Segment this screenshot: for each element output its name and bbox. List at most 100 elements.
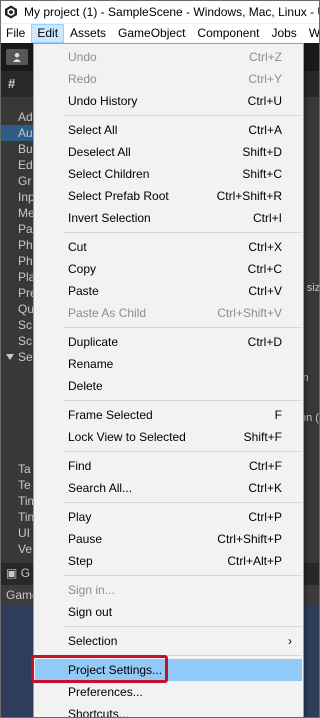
edit-menu-dropdown: Undo Ctrl+Z Redo Ctrl+Y Undo History Ctr… <box>33 43 304 718</box>
menu-separator <box>64 575 302 576</box>
menu-item-shortcut: Shift+F <box>243 430 282 444</box>
menu-item-delete[interactable]: Delete <box>35 375 302 397</box>
gamepad-icon: ▣ <box>6 566 18 580</box>
list-item[interactable]: Se <box>18 349 34 365</box>
menu-item-shortcut: Ctrl+Shift+V <box>217 306 282 320</box>
game-tab[interactable]: ▣ G <box>6 566 30 580</box>
menu-item-label: Preferences... <box>68 685 143 699</box>
menu-item-invert-selection[interactable]: Invert Selection Ctrl+I <box>35 207 302 229</box>
list-item[interactable]: Gr <box>18 173 34 189</box>
settings-category-list: Ad Au Bu Ed Gr Inp Me Pa Ph Ph Pla Pre Q… <box>0 97 34 557</box>
list-item[interactable]: Pla <box>18 269 34 285</box>
menu-item-paste-as-child[interactable]: Paste As Child Ctrl+Shift+V <box>35 302 302 324</box>
menu-edit[interactable]: Edit <box>31 24 65 43</box>
list-item[interactable]: Ad <box>18 109 34 125</box>
menu-item-shortcut: Ctrl+P <box>248 510 282 524</box>
menu-item-project-settings[interactable]: Project Settings... <box>35 659 302 681</box>
list-item[interactable]: Pa <box>18 221 34 237</box>
menu-item-select-prefab-root[interactable]: Select Prefab Root Ctrl+Shift+R <box>35 185 302 207</box>
unity-logo-icon <box>4 4 18 20</box>
list-item[interactable]: Me <box>18 205 34 221</box>
menu-item-shortcut: Ctrl+K <box>248 481 282 495</box>
menu-item-shortcut: Ctrl+X <box>248 240 282 254</box>
menu-item-sign-in[interactable]: Sign in... <box>35 579 302 601</box>
menu-item-shortcut: Ctrl+F <box>249 459 282 473</box>
menu-gameobject[interactable]: GameObject <box>112 24 191 43</box>
menu-item-label: Pause <box>68 532 103 546</box>
menu-item-copy[interactable]: Copy Ctrl+C <box>35 258 302 280</box>
list-item[interactable]: Inp <box>18 189 34 205</box>
list-item[interactable]: Pre <box>18 285 34 301</box>
menu-item-redo[interactable]: Redo Ctrl+Y <box>35 68 302 90</box>
list-item[interactable]: Tin <box>18 509 34 525</box>
menu-jobs[interactable]: Jobs <box>265 24 302 43</box>
list-item[interactable]: Ph <box>18 237 34 253</box>
list-item[interactable]: Ph <box>18 253 34 269</box>
menu-item-deselect-all[interactable]: Deselect All Shift+D <box>35 141 302 163</box>
menu-component[interactable]: Component <box>191 24 265 43</box>
menu-item-shortcut: F <box>274 408 282 422</box>
menu-item-label: Rename <box>68 357 114 371</box>
list-item[interactable]: Tim <box>18 493 34 509</box>
menu-window[interactable]: Window <box>303 24 320 43</box>
menu-separator <box>64 115 302 116</box>
menu-item-shortcut: Ctrl+Alt+P <box>227 554 282 568</box>
window-titlebar: My project (1) - SampleScene - Windows, … <box>0 0 320 24</box>
menu-separator <box>64 327 302 328</box>
list-item[interactable]: Sc <box>18 317 34 333</box>
menu-item-paste[interactable]: Paste Ctrl+V <box>35 280 302 302</box>
menu-item-shortcut: Ctrl+V <box>248 284 282 298</box>
menu-item-label: Deselect All <box>68 145 131 159</box>
menu-item-label: Search All... <box>68 481 133 495</box>
menu-item-undo[interactable]: Undo Ctrl+Z <box>35 46 302 68</box>
menu-item-shortcuts[interactable]: Shortcuts... <box>35 703 302 718</box>
menu-item-sign-out[interactable]: Sign out <box>35 601 302 623</box>
account-icon[interactable] <box>6 49 28 65</box>
menu-assets[interactable]: Assets <box>64 24 112 43</box>
list-item[interactable]: Bu <box>18 141 34 157</box>
menu-item-play[interactable]: Play Ctrl+P <box>35 506 302 528</box>
menu-item-label: Delete <box>68 379 103 393</box>
menu-item-shortcut: Ctrl+Shift+P <box>217 532 282 546</box>
menu-item-label: Select Prefab Root <box>68 189 169 203</box>
menu-item-label: Paste <box>68 284 99 298</box>
menu-file[interactable]: File <box>0 24 31 43</box>
menu-item-shortcut: Ctrl+C <box>247 262 282 276</box>
menu-item-search-all[interactable]: Search All... Ctrl+K <box>35 477 302 499</box>
list-item-selected[interactable]: Au <box>0 125 34 141</box>
menu-item-shortcut: Ctrl+A <box>248 123 282 137</box>
menu-item-select-children[interactable]: Select Children Shift+C <box>35 163 302 185</box>
list-item[interactable]: Ve <box>18 541 34 557</box>
menu-item-select-all[interactable]: Select All Ctrl+A <box>35 119 302 141</box>
menu-item-label: Selection <box>68 634 118 648</box>
list-item[interactable]: Sc <box>18 333 34 349</box>
menu-item-find[interactable]: Find Ctrl+F <box>35 455 302 477</box>
list-item[interactable]: Ed <box>18 157 34 173</box>
menu-item-rename[interactable]: Rename <box>35 353 302 375</box>
menu-separator <box>64 626 302 627</box>
menu-item-label: Lock View to Selected <box>68 430 186 444</box>
menu-item-frame-selected[interactable]: Frame Selected F <box>35 404 302 426</box>
menu-separator <box>64 232 302 233</box>
menu-item-label: Project Settings... <box>68 663 163 677</box>
expand-triangle-icon[interactable] <box>6 354 14 360</box>
menu-item-label: Undo History <box>68 94 138 108</box>
menu-item-shortcut: Shift+D <box>242 145 282 159</box>
menu-item-cut[interactable]: Cut Ctrl+X <box>35 236 302 258</box>
menu-item-preferences[interactable]: Preferences... <box>35 681 302 703</box>
list-item[interactable]: UI <box>18 525 34 541</box>
menu-item-label: Cut <box>68 240 87 254</box>
menu-item-undo-history[interactable]: Undo History Ctrl+U <box>35 90 302 112</box>
menu-separator <box>64 400 302 401</box>
menu-item-shortcut: Shift+C <box>242 167 282 181</box>
list-item[interactable]: Qu <box>18 301 34 317</box>
menu-item-label: Select All <box>68 123 118 137</box>
menu-item-selection[interactable]: Selection › <box>35 630 302 652</box>
menu-item-lock-view-to-selected[interactable]: Lock View to Selected Shift+F <box>35 426 302 448</box>
menu-item-pause[interactable]: Pause Ctrl+Shift+P <box>35 528 302 550</box>
list-item[interactable]: Ta <box>18 461 34 477</box>
menu-item-duplicate[interactable]: Duplicate Ctrl+D <box>35 331 302 353</box>
menu-item-label: Shortcuts... <box>68 707 129 718</box>
list-item[interactable]: Te <box>18 477 34 493</box>
menu-item-step[interactable]: Step Ctrl+Alt+P <box>35 550 302 572</box>
